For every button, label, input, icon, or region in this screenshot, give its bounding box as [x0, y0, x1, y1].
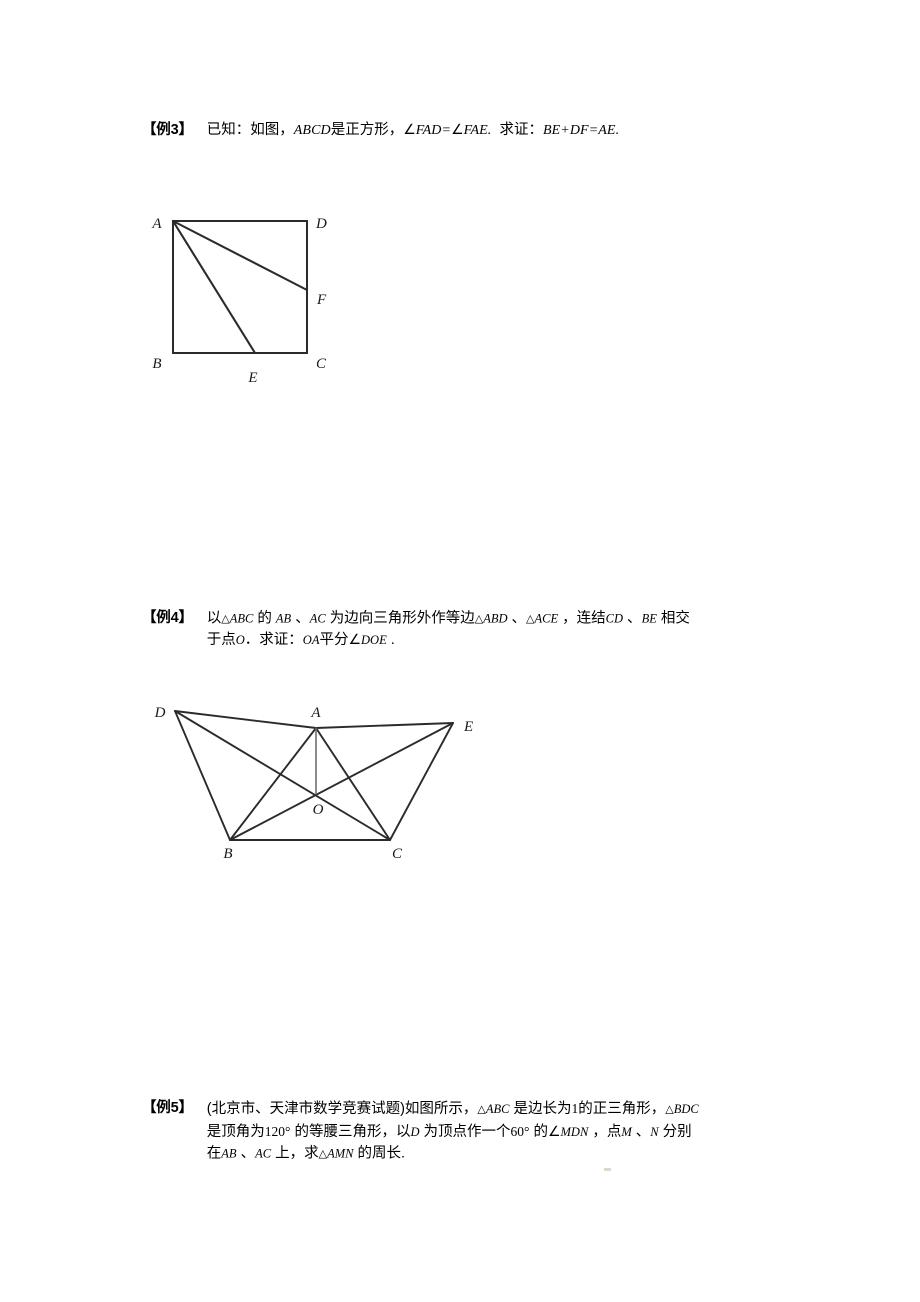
figure-square-svg: A D B C E F [151, 216, 327, 386]
vertex-label-F: F [316, 292, 327, 308]
figure-square-abcd: A D B C E F [140, 200, 360, 400]
vertex-label-A: A [310, 705, 321, 721]
document-page: 【例3】 已知：如图，ABCD是正方形，∠FAD=∠FAE. 求证：BE+DF=… [0, 0, 920, 1302]
vertex-label-D: D [154, 705, 166, 721]
vertex-label-C: C [316, 356, 327, 372]
vertex-label-E: E [247, 370, 257, 386]
vertex-label-O: O [313, 802, 324, 818]
edge-AE [315, 722, 454, 729]
problem-line: 在AB 、AC 上，求△AMN 的周长. [206, 1145, 406, 1162]
vertex-label-B: B [152, 356, 161, 372]
problem-example-4: 【例4】 以△ABC 的 AB 、AC 为边向三角形外作等边△ABD 、△ACE… [142, 608, 782, 652]
edge-AB [229, 727, 317, 841]
page-artifact-mark [604, 1168, 611, 1171]
problem-tag-example-4: 【例4】 [142, 610, 193, 626]
problem-line: 以△ABC 的 AB 、AC 为边向三角形外作等边△ABD 、△ACE ，连结C… [206, 610, 690, 627]
problem-line: 是顶角为120° 的等腰三角形，以D 为顶点作一个60° 的∠MDN ，点M 、… [206, 1123, 692, 1140]
problem-line: (北京市、天津市数学竞赛试题)如图所示，△ABC 是边长为1的正三角形，△BDC [206, 1101, 699, 1117]
vertex-label-C: C [392, 846, 403, 862]
vertex-label-E: E [463, 719, 473, 735]
edge-DC [174, 710, 391, 841]
edge-AF [171, 219, 309, 292]
edge-DB [174, 710, 231, 841]
edge-DA [174, 710, 317, 729]
problem-line: 于点O．求证：OA平分∠DOE . [206, 632, 395, 648]
problem-tag-example-3: 【例3】 [142, 122, 193, 138]
problem-line: 已知：如图，ABCD是正方形，∠FAD=∠FAE. 求证：BE+DF=AE. [206, 122, 620, 138]
vertex-label-A: A [151, 216, 162, 232]
edge-BE [229, 722, 454, 841]
problem-text-example-4: 以△ABC 的 AB 、AC 为边向三角形外作等边△ABD 、△ACE ，连结C… [207, 608, 782, 652]
problem-example-5: 【例5】 (北京市、天津市数学竞赛试题)如图所示，△ABC 是边长为1的正三角形… [142, 1098, 782, 1165]
figure-triangles-svg: D A E B C O [154, 705, 474, 862]
problem-text-example-5: (北京市、天津市数学竞赛试题)如图所示，△ABC 是边长为1的正三角形，△BDC… [207, 1098, 782, 1165]
problem-tag-example-5: 【例5】 [142, 1100, 193, 1116]
edge-AC [315, 727, 391, 841]
figure-equilateral-outward: D A E B C O [150, 695, 490, 885]
problem-example-3: 【例3】 已知：如图，ABCD是正方形，∠FAD=∠FAE. 求证：BE+DF=… [142, 120, 782, 142]
edge-AE [171, 219, 257, 355]
problem-text-example-3: 已知：如图，ABCD是正方形，∠FAD=∠FAE. 求证：BE+DF=AE. [207, 120, 782, 142]
vertex-label-B: B [223, 846, 232, 862]
vertex-label-D: D [315, 216, 327, 232]
